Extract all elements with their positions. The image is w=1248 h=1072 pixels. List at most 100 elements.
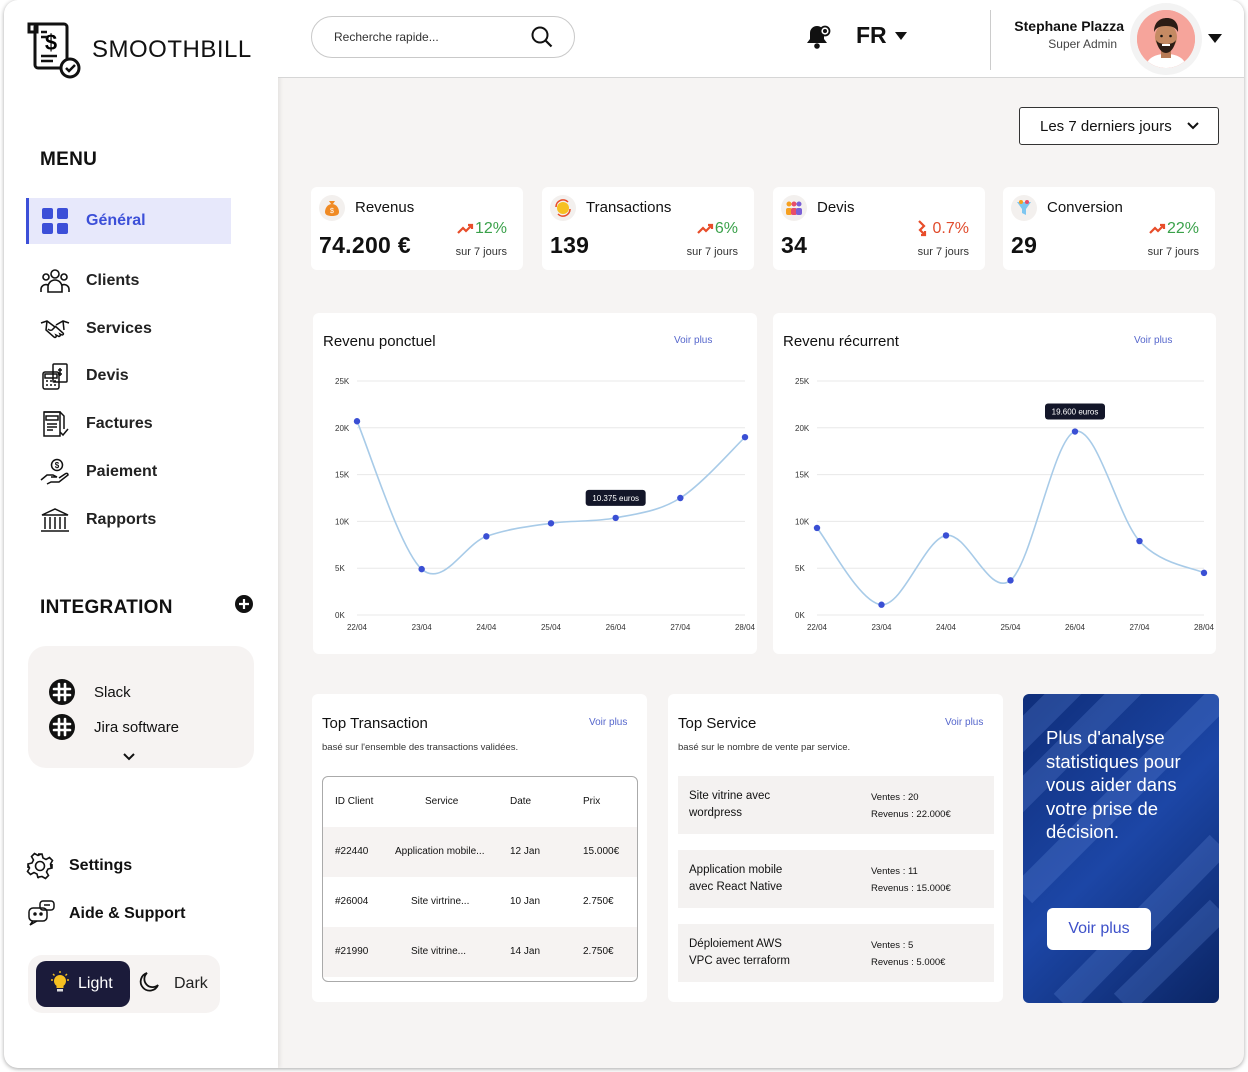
table-cell: 14 Jan xyxy=(510,946,541,957)
svg-text:$: $ xyxy=(330,208,334,215)
y-tick-label: 25K xyxy=(795,377,810,386)
data-point[interactable] xyxy=(1071,428,1079,435)
x-tick-label: 22/04 xyxy=(807,623,828,632)
settings-link[interactable]: Settings xyxy=(26,852,132,880)
notification-bell-icon[interactable] xyxy=(804,22,832,55)
service-item[interactable]: Déploiement AWS VPC avec terraform Ventes… xyxy=(678,924,994,982)
table-cell: #26004 xyxy=(335,896,369,907)
promo-see-more-button[interactable]: Voir plus xyxy=(1047,908,1151,950)
calculator-icon xyxy=(40,362,70,390)
data-point[interactable] xyxy=(942,532,950,539)
stat-change: 6% xyxy=(697,220,738,238)
data-point[interactable] xyxy=(813,524,821,532)
y-tick-label: 15K xyxy=(335,471,350,480)
data-point[interactable] xyxy=(353,418,361,425)
language-selector[interactable]: FR xyxy=(856,22,907,49)
data-point[interactable] xyxy=(1007,577,1014,584)
data-point[interactable] xyxy=(483,533,490,540)
x-tick-label: 23/04 xyxy=(412,623,433,632)
avatar[interactable] xyxy=(1137,10,1195,68)
data-point[interactable] xyxy=(677,494,684,502)
series-line xyxy=(356,420,746,575)
table-cell: #21990 xyxy=(335,946,369,957)
x-tick-label: 22/04 xyxy=(347,623,368,632)
x-tick-label: 28/04 xyxy=(735,623,756,632)
stat-card-revenus[interactable]: $ Revenus 74.200 € 12% sur 7 jours xyxy=(311,187,523,270)
sidebar-item-general[interactable]: Général xyxy=(26,198,231,244)
chevron-down-icon[interactable] xyxy=(122,749,136,767)
stat-change-value: 6% xyxy=(714,220,738,237)
app-window: $ SMOOTHBILL MENU Général Clients Servic… xyxy=(4,0,1244,1068)
stat-sub: sur 7 jours xyxy=(917,246,969,258)
column-header: Date xyxy=(510,796,532,807)
card-title: Top Transaction xyxy=(322,715,428,732)
stat-card-transactions[interactable]: Transactions 139 6% sur 7 jours xyxy=(542,187,754,270)
table-row[interactable]: #22440 Application mobile... 12 Jan 15.0… xyxy=(323,827,637,877)
period-select[interactable]: Les 7 derniers jours xyxy=(1019,107,1219,145)
integration-jira[interactable]: Jira software xyxy=(48,713,179,741)
stat-sub: sur 7 jours xyxy=(455,246,507,258)
transactions-table: ID Client Service Date Prix #22440 Appli… xyxy=(322,776,638,982)
data-point[interactable] xyxy=(1136,537,1143,545)
see-more-link[interactable]: Voir plus xyxy=(589,717,627,728)
see-more-link[interactable]: Voir plus xyxy=(945,717,983,728)
x-tick-label: 28/04 xyxy=(1194,623,1215,632)
x-tick-label: 24/04 xyxy=(476,623,497,632)
stat-title: Revenus xyxy=(355,199,415,216)
period-label: Les 7 derniers jours xyxy=(1040,117,1172,135)
table-cell: 2.750€ xyxy=(583,946,614,957)
brand-name: SMOOTHBILL xyxy=(92,36,252,63)
y-tick-label: 10K xyxy=(795,517,810,526)
data-point[interactable] xyxy=(418,565,425,573)
user-name: Stephane Plazza xyxy=(1014,18,1124,34)
search-placeholder: Recherche rapide... xyxy=(334,30,439,44)
sidebar-item-rapports[interactable]: Rapports xyxy=(26,497,231,543)
data-point[interactable] xyxy=(1200,569,1208,577)
support-link[interactable]: Aide & Support xyxy=(26,900,185,928)
card-subtitle: basé sur l'ensemble des transactions val… xyxy=(322,742,519,753)
data-point[interactable] xyxy=(612,514,619,522)
sidebar-item-factures[interactable]: Factures xyxy=(26,401,231,447)
y-tick-label: 5K xyxy=(795,564,805,573)
table-row[interactable]: #26004 Site virtrine... 10 Jan 2.750€ xyxy=(323,877,637,927)
stat-change: 12% xyxy=(457,220,507,238)
search-input[interactable]: Recherche rapide... xyxy=(311,16,575,58)
stat-card-conversion[interactable]: Conversion 29 22% sur 7 jours xyxy=(1003,187,1215,270)
user-menu-caret-icon[interactable] xyxy=(1208,34,1222,43)
sidebar-item-label: Clients xyxy=(86,272,140,289)
money-bag-icon: $ xyxy=(319,195,345,221)
caret-down-icon xyxy=(894,31,907,40)
stat-card-devis[interactable]: Devis 34 0.7% sur 7 jours xyxy=(773,187,985,270)
integration-slack[interactable]: Slack xyxy=(48,678,131,706)
x-tick-label: 27/04 xyxy=(1129,623,1150,632)
dark-theme-button[interactable]: Dark xyxy=(138,961,208,1007)
service-revenue: Revenus : 5.000€ xyxy=(871,957,946,968)
service-item[interactable]: Application mobile avec React Native Vent… xyxy=(678,850,994,908)
stat-change-value: 12% xyxy=(474,220,507,237)
invoice-check-icon: $ xyxy=(27,22,81,79)
brand-logo[interactable]: $ SMOOTHBILL xyxy=(26,20,252,80)
sidebar-item-devis[interactable]: Devis xyxy=(26,353,231,399)
sidebar-item-label: Général xyxy=(86,212,146,229)
data-point[interactable] xyxy=(547,520,555,527)
table-cell: 2.750€ xyxy=(583,896,614,907)
promo-text: Plus d'analyse statistiques pour vous ai… xyxy=(1046,727,1181,842)
stat-change: 22% xyxy=(1149,220,1199,238)
table-row[interactable]: #21990 Site vitrine... 14 Jan 2.750€ xyxy=(323,927,637,977)
invoice-icon xyxy=(40,410,70,438)
integration-label: Jira software xyxy=(94,718,180,736)
support-chat-icon xyxy=(26,900,56,928)
data-point[interactable] xyxy=(741,433,749,441)
light-theme-button[interactable]: Light xyxy=(36,961,130,1007)
y-tick-label: 10K xyxy=(335,517,350,526)
table-cell: Application mobile... xyxy=(395,846,485,857)
data-point[interactable] xyxy=(878,601,885,608)
sidebar-item-clients[interactable]: Clients xyxy=(26,258,231,304)
service-item[interactable]: Site vitrine avec wordpress Ventes : 20 R… xyxy=(678,776,994,834)
sidebar-item-services[interactable]: Services xyxy=(26,306,231,352)
stat-title: Devis xyxy=(817,199,855,216)
x-tick-label: 23/04 xyxy=(871,623,892,632)
column-header: Prix xyxy=(583,796,601,807)
add-integration-icon[interactable] xyxy=(235,595,253,618)
sidebar-item-paiement[interactable]: $ Paiement xyxy=(26,449,231,495)
